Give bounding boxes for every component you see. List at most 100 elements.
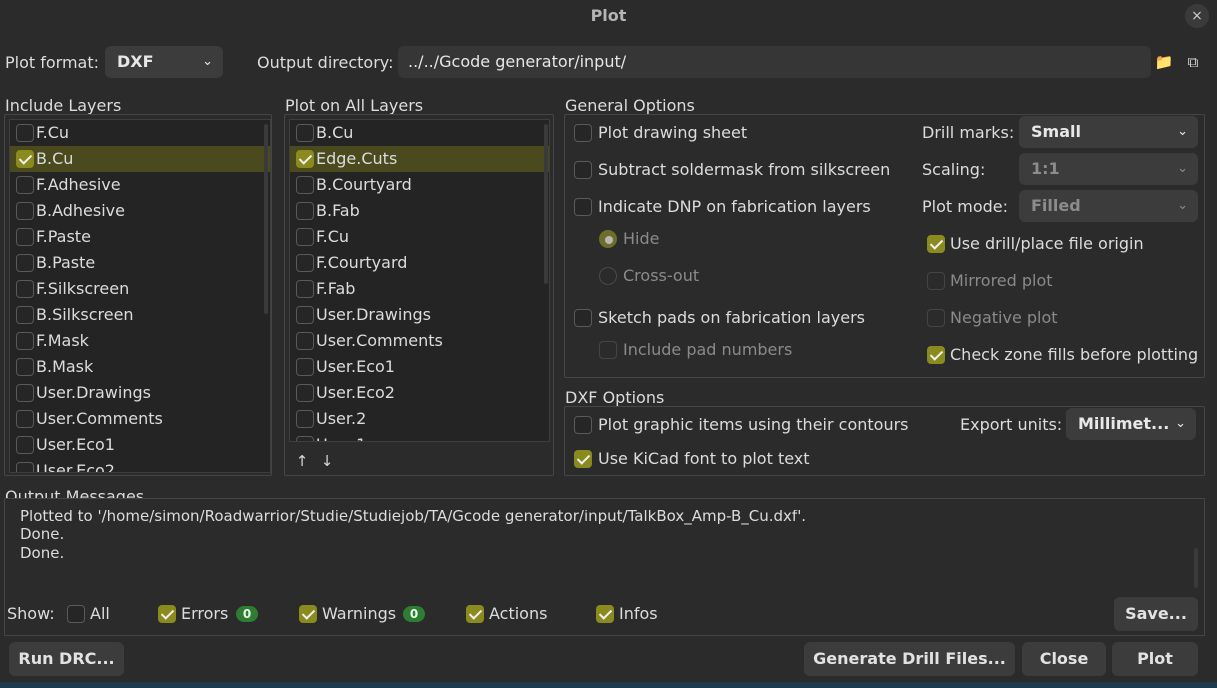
include-layer-checkbox[interactable] xyxy=(16,410,34,428)
move-down-icon[interactable]: ↓ xyxy=(315,448,339,474)
check-zone-fills-checkbox[interactable] xyxy=(927,346,945,364)
plot-mode-label: Plot mode: xyxy=(922,197,1009,216)
include-layer-row[interactable]: B.Silkscreen xyxy=(10,302,270,328)
close-icon[interactable]: × xyxy=(1185,4,1209,28)
include-layer-checkbox[interactable] xyxy=(16,176,34,194)
move-up-icon[interactable]: ↑ xyxy=(290,448,314,474)
use-drill-origin-checkbox[interactable] xyxy=(927,235,945,253)
include-layer-row[interactable]: B.Mask xyxy=(10,354,270,380)
all-layer-checkbox[interactable] xyxy=(296,254,314,272)
use-kicad-font-checkbox[interactable] xyxy=(574,450,592,468)
scaling-select[interactable]: 1:1 ⌄ xyxy=(1019,153,1198,185)
include-layer-row[interactable]: B.Paste xyxy=(10,250,270,276)
all-layer-row[interactable]: User.Comments xyxy=(290,328,549,354)
include-layer-row[interactable]: User.Eco1 xyxy=(10,432,270,458)
all-layer-row[interactable]: F.Cu xyxy=(290,224,549,250)
all-layer-row[interactable]: User.Drawings xyxy=(290,302,549,328)
plot-contours-checkbox[interactable] xyxy=(574,416,592,434)
include-layer-row[interactable]: User.Eco2 xyxy=(10,458,270,472)
include-layer-row[interactable]: F.Cu xyxy=(10,120,270,146)
show-infos-checkbox[interactable] xyxy=(596,605,614,623)
show-all-checkbox[interactable] xyxy=(67,605,85,623)
output-directory-input[interactable]: ../../Gcode generator/input/ xyxy=(398,46,1151,78)
include-layer-row[interactable]: B.Cu xyxy=(10,146,270,172)
generate-drill-files-button[interactable]: Generate Drill Files... xyxy=(804,642,1015,676)
include-layer-row[interactable]: F.Mask xyxy=(10,328,270,354)
all-layer-checkbox[interactable] xyxy=(296,280,314,298)
all-layer-checkbox[interactable] xyxy=(296,332,314,350)
mirrored-plot-checkbox[interactable] xyxy=(927,272,945,290)
all-layer-row[interactable]: User.1 xyxy=(290,432,549,441)
close-button[interactable]: Close xyxy=(1022,642,1106,676)
plot-format-select[interactable]: DXF ⌄ xyxy=(105,46,223,78)
include-layers-list[interactable]: F.Cu B.Cu F.Adhesive B.Adhesive F.Paste B.Pas… xyxy=(9,119,271,473)
all-layer-checkbox[interactable] xyxy=(296,150,314,168)
save-messages-button[interactable]: Save... xyxy=(1114,597,1198,631)
negative-plot-checkbox[interactable] xyxy=(927,309,945,327)
all-layer-row[interactable]: User.Eco2 xyxy=(290,380,549,406)
all-layer-row[interactable]: User.Eco1 xyxy=(290,354,549,380)
include-layer-row[interactable]: User.Comments xyxy=(10,406,270,432)
all-layer-row[interactable]: B.Cu xyxy=(290,120,549,146)
output-messages-log[interactable]: Plotted to '/home/simon/Roadwarrior/Stud… xyxy=(6,510,1191,592)
include-layer-row[interactable]: F.Paste xyxy=(10,224,270,250)
include-layer-row[interactable]: B.Adhesive xyxy=(10,198,270,224)
include-layer-checkbox[interactable] xyxy=(16,358,34,376)
all-layer-row[interactable]: F.Fab xyxy=(290,276,549,302)
indicate-dnp-checkbox[interactable] xyxy=(574,198,592,216)
include-layer-checkbox[interactable] xyxy=(16,436,34,454)
all-layer-checkbox[interactable] xyxy=(296,228,314,246)
include-layer-checkbox[interactable] xyxy=(16,150,34,168)
all-layer-checkbox[interactable] xyxy=(296,384,314,402)
all-layers-list[interactable]: B.Cu Edge.Cuts B.Courtyard B.Fab F.Cu F.Court… xyxy=(289,119,550,442)
folder-icon[interactable]: 📁 xyxy=(1152,48,1176,76)
include-layers-title: Include Layers xyxy=(5,96,122,115)
all-layer-checkbox[interactable] xyxy=(296,176,314,194)
plot-drawing-sheet-checkbox[interactable] xyxy=(574,124,592,142)
plot-button[interactable]: Plot xyxy=(1112,642,1198,676)
run-drc-button[interactable]: Run DRC... xyxy=(9,642,124,676)
include-layer-label: User.Eco1 xyxy=(36,435,115,454)
all-layer-checkbox[interactable] xyxy=(296,358,314,376)
open-external-icon[interactable]: ⧉ xyxy=(1181,48,1205,76)
cross-out-radio[interactable] xyxy=(599,267,617,285)
all-layers-scrollbar[interactable] xyxy=(544,124,548,284)
warnings-count-badge: 0 xyxy=(403,606,425,622)
include-layers-scrollbar[interactable] xyxy=(264,124,268,314)
drill-marks-select[interactable]: Small ⌄ xyxy=(1019,116,1198,148)
include-layer-label: F.Paste xyxy=(36,227,91,246)
messages-scrollbar[interactable] xyxy=(1194,548,1198,588)
include-layer-row[interactable]: User.Drawings xyxy=(10,380,270,406)
all-layer-row[interactable]: B.Fab xyxy=(290,198,549,224)
all-layer-checkbox[interactable] xyxy=(296,410,314,428)
include-layer-checkbox[interactable] xyxy=(16,124,34,142)
subtract-soldermask-checkbox[interactable] xyxy=(574,161,592,179)
show-errors-checkbox[interactable] xyxy=(158,605,176,623)
export-units-select[interactable]: Millimet... ⌄ xyxy=(1066,408,1196,440)
sketch-pads-checkbox[interactable] xyxy=(574,309,592,327)
show-warnings-checkbox[interactable] xyxy=(299,605,317,623)
all-layer-checkbox[interactable] xyxy=(296,124,314,142)
include-layer-checkbox[interactable] xyxy=(16,384,34,402)
all-layer-row[interactable]: F.Courtyard xyxy=(290,250,549,276)
include-layer-row[interactable]: F.Silkscreen xyxy=(10,276,270,302)
all-layer-checkbox[interactable] xyxy=(296,306,314,324)
include-layer-checkbox[interactable] xyxy=(16,306,34,324)
include-layer-checkbox[interactable] xyxy=(16,202,34,220)
include-layer-row[interactable]: F.Adhesive xyxy=(10,172,270,198)
all-layer-row[interactable]: B.Courtyard xyxy=(290,172,549,198)
include-pad-numbers-checkbox[interactable] xyxy=(599,341,617,359)
plot-mode-select[interactable]: Filled ⌄ xyxy=(1019,190,1198,222)
include-layer-checkbox[interactable] xyxy=(16,280,34,298)
show-actions-checkbox[interactable] xyxy=(466,605,484,623)
all-layer-row[interactable]: User.2 xyxy=(290,406,549,432)
include-layer-checkbox[interactable] xyxy=(16,254,34,272)
chevron-down-icon: ⌄ xyxy=(1177,198,1188,213)
all-layer-checkbox[interactable] xyxy=(296,436,314,441)
all-layer-row[interactable]: Edge.Cuts xyxy=(290,146,549,172)
include-layer-checkbox[interactable] xyxy=(16,228,34,246)
hide-radio[interactable] xyxy=(599,230,617,248)
include-layer-checkbox[interactable] xyxy=(16,332,34,350)
all-layer-checkbox[interactable] xyxy=(296,202,314,220)
include-layer-checkbox[interactable] xyxy=(16,462,34,472)
